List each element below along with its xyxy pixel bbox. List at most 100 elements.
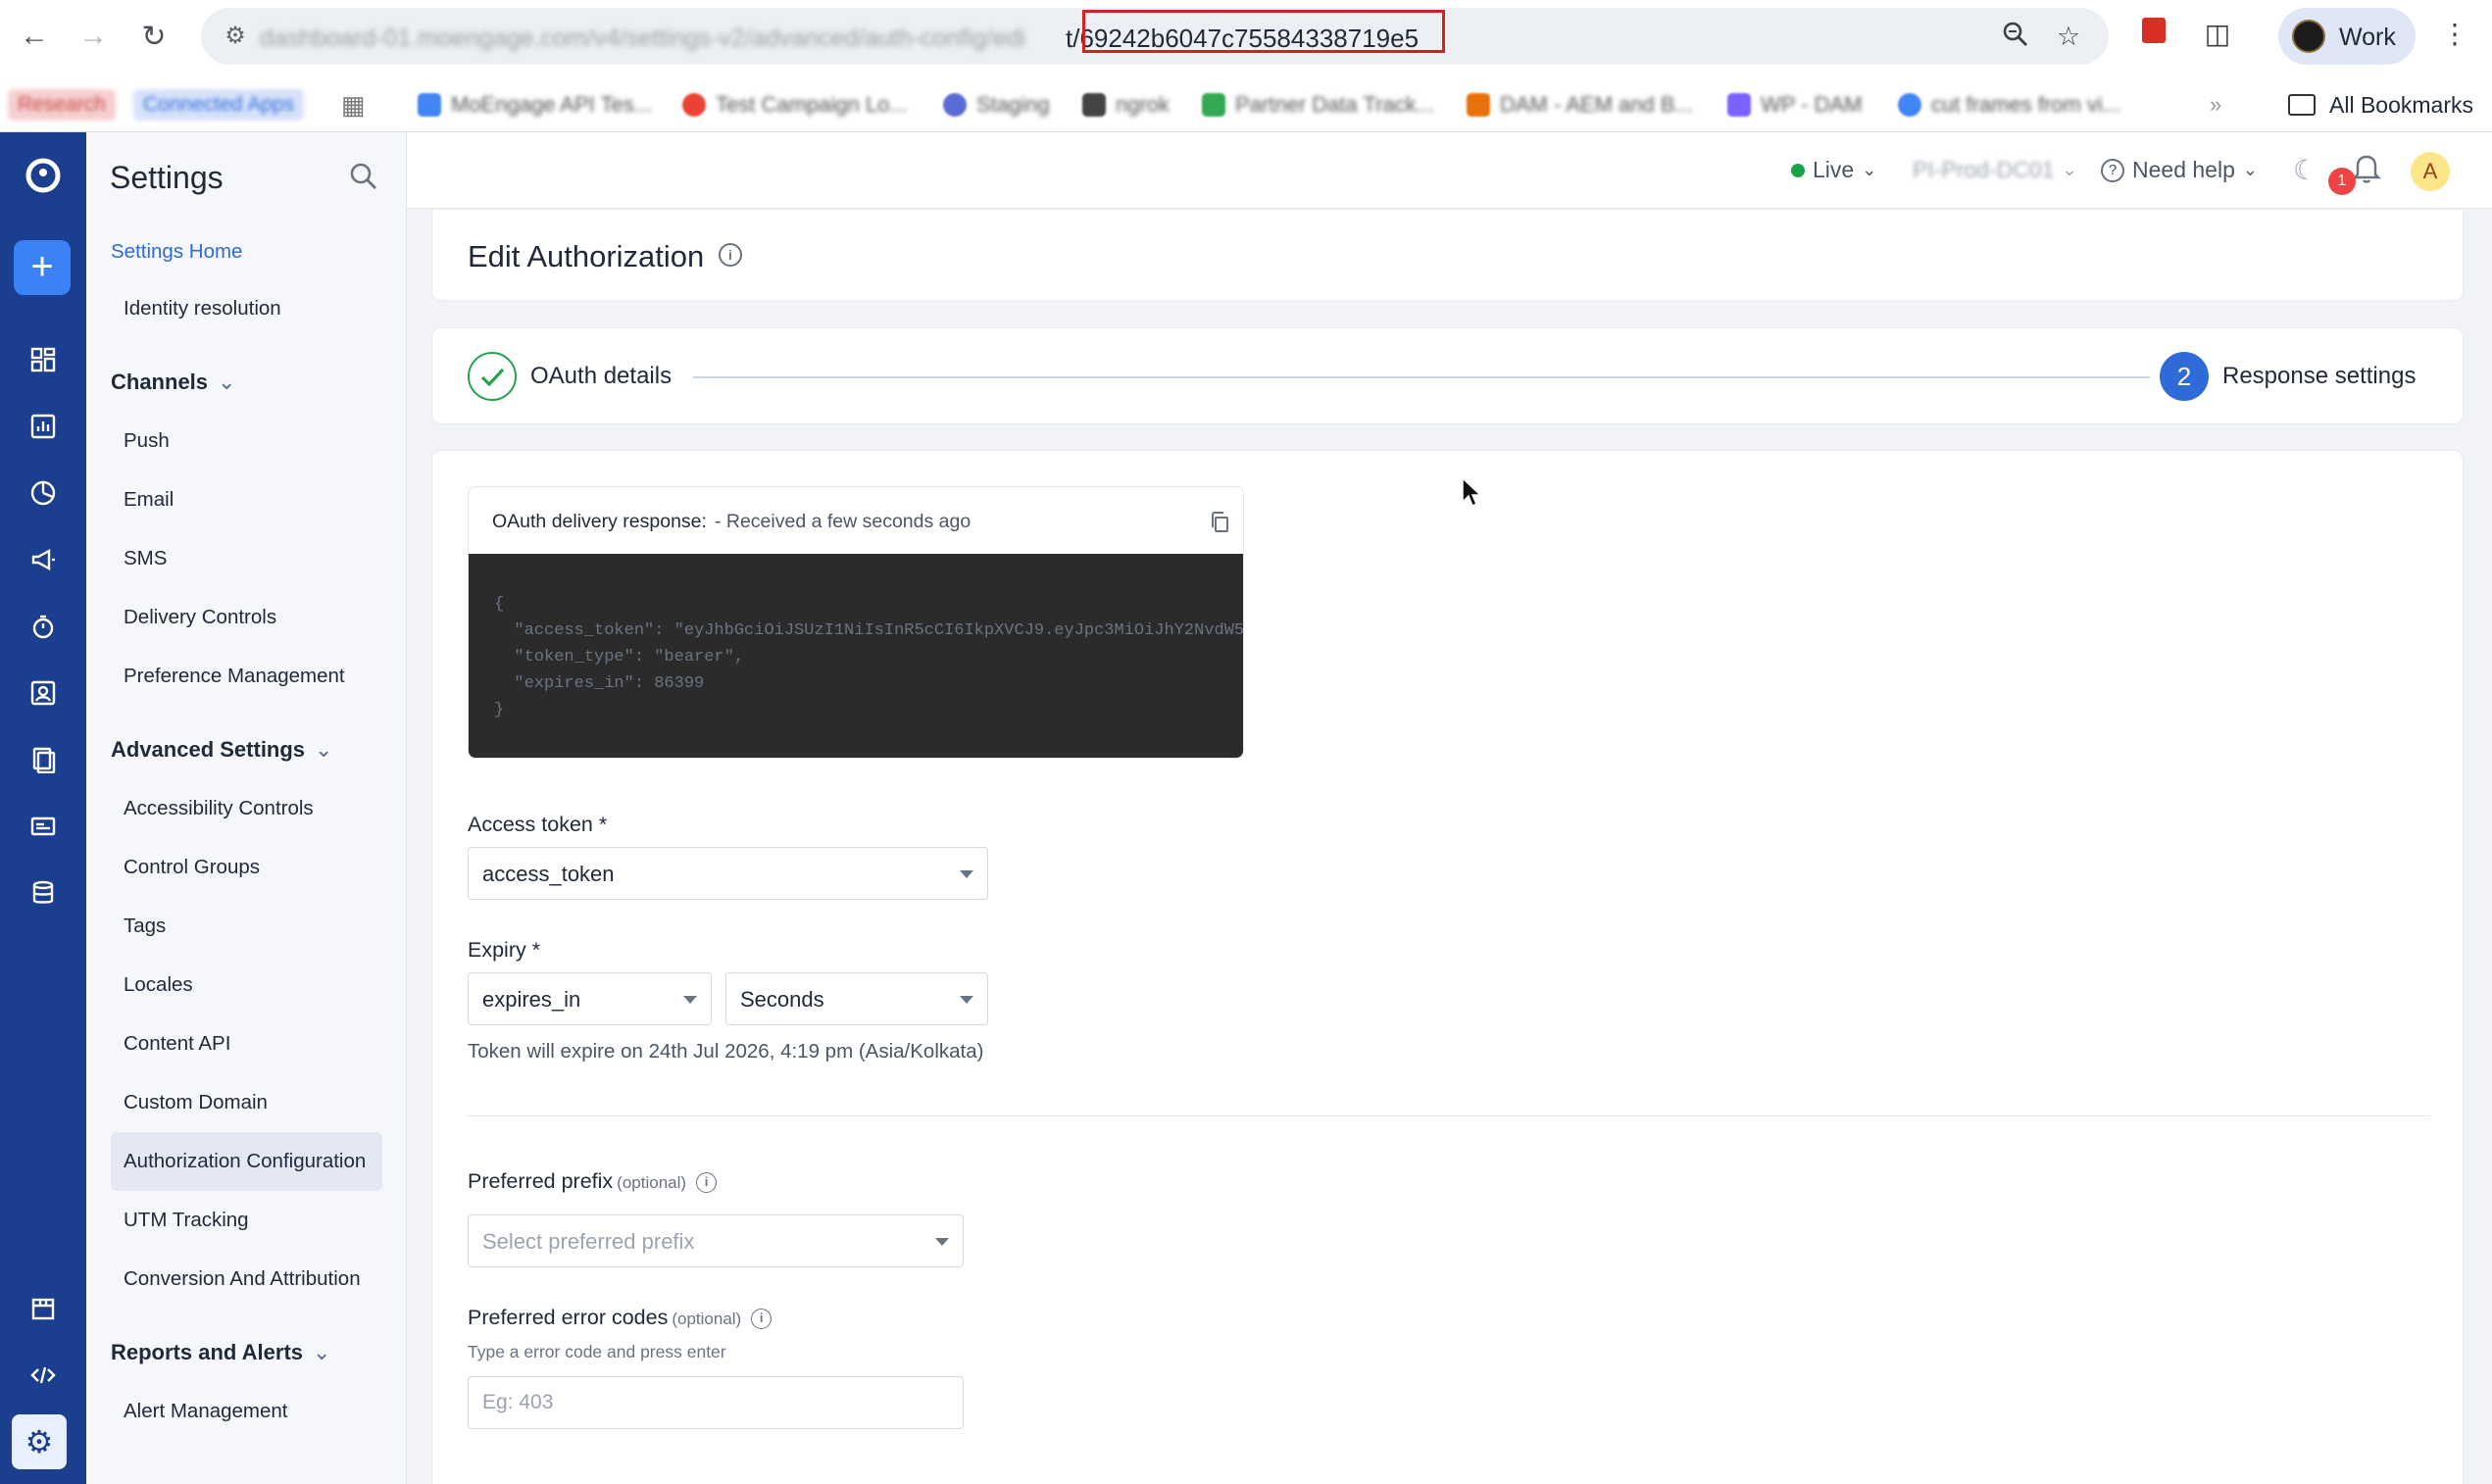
sidebar-item-alert-management[interactable]: Alert Management xyxy=(124,1400,288,1423)
bookmark-label: DAM - AEM and B... xyxy=(1500,92,1693,117)
settings-gear-icon[interactable]: ⚙ xyxy=(12,1414,67,1469)
mouse-cursor-icon xyxy=(1461,476,1484,510)
bookmark-item[interactable]: Test Campaign Lo... xyxy=(682,88,908,122)
forward-icon[interactable]: → xyxy=(73,16,114,57)
profile-chip[interactable]: Work xyxy=(2278,8,2416,65)
chevron-down-icon: ⌄ xyxy=(218,370,236,394)
star-icon[interactable]: ☆ xyxy=(2052,20,2085,53)
need-help-menu[interactable]: ? Need help ⌄ xyxy=(2101,157,2258,183)
expiry-unit-select[interactable]: Seconds xyxy=(725,972,988,1025)
create-new-button[interactable]: + xyxy=(14,240,71,295)
caret-down-icon xyxy=(683,996,697,1004)
bookmark-label: Staging xyxy=(976,92,1050,117)
bookmark-item[interactable]: ngrok xyxy=(1082,88,1170,122)
preferred-prefix-select[interactable]: Select preferred prefix xyxy=(468,1214,964,1267)
personalize-icon[interactable] xyxy=(22,671,65,715)
sidebar-item-push[interactable]: Push xyxy=(124,429,170,453)
sidebar-item-utm-tracking[interactable]: UTM Tracking xyxy=(124,1209,249,1232)
bookmark-favicon xyxy=(1467,93,1490,117)
marketplace-store-icon[interactable] xyxy=(22,1287,65,1330)
browser-menu-icon[interactable]: ⋮ xyxy=(2441,18,2468,50)
bookmark-item[interactable]: cut frames from vi... xyxy=(1898,88,2120,122)
group-label: Reports and Alerts xyxy=(111,1340,304,1364)
user-avatar[interactable]: A xyxy=(2411,152,2450,191)
chevron-down-icon: ⌄ xyxy=(1862,160,1877,179)
environment-selector[interactable]: Live ⌄ xyxy=(1791,157,1876,183)
sidebar-group-advanced-settings[interactable]: Advanced Settings ⌄ xyxy=(111,737,332,763)
optional-tag: (optional) xyxy=(617,1173,687,1192)
settings-home-link[interactable]: Settings Home xyxy=(111,240,242,264)
expiry-field-select[interactable]: expires_in xyxy=(468,972,712,1025)
info-icon[interactable]: i xyxy=(751,1308,773,1329)
campaigns-megaphone-icon[interactable] xyxy=(22,538,65,581)
step-complete-check-icon[interactable] xyxy=(468,352,517,401)
response-heading-label: OAuth delivery response: xyxy=(492,511,707,532)
dark-mode-moon-icon[interactable]: ☾ xyxy=(2293,154,2318,186)
sidebar-item-authorization-configuration[interactable]: Authorization Configuration xyxy=(124,1150,366,1173)
bookmark-item[interactable]: Partner Data Track... xyxy=(1202,88,1434,122)
sidebar-item-content-api[interactable]: Content API xyxy=(124,1032,230,1056)
bookmarks-overflow-icon[interactable]: » xyxy=(2210,88,2221,122)
zoom-icon[interactable] xyxy=(1999,20,2032,53)
bookmark-label: cut frames from vi... xyxy=(1931,92,2121,117)
step-oauth-details[interactable]: OAuth details xyxy=(530,363,672,390)
chevron-down-icon: ⌄ xyxy=(313,1340,331,1364)
access-token-select[interactable]: access_token xyxy=(468,847,988,900)
bookmark-label: ngrok xyxy=(1116,92,1171,117)
info-icon[interactable]: i xyxy=(696,1171,718,1193)
moengage-logo-icon[interactable] xyxy=(22,154,65,197)
analytics-icon[interactable] xyxy=(22,405,65,448)
sidebar-item-preference-management[interactable]: Preference Management xyxy=(124,665,345,688)
inform-icon[interactable] xyxy=(22,805,65,848)
expiry-label: Expiry * xyxy=(468,938,541,962)
bookmark-item[interactable]: WP - DAM xyxy=(1727,88,1862,122)
sidebar-item-sms[interactable]: SMS xyxy=(124,547,167,570)
sidebar-group-channels[interactable]: Channels ⌄ xyxy=(111,370,235,395)
step-response-settings[interactable]: Response settings xyxy=(2222,363,2416,390)
info-icon[interactable]: i xyxy=(719,243,742,267)
sidebar-item-custom-domain[interactable]: Custom Domain xyxy=(124,1091,268,1114)
extensions-puzzle-icon[interactable]: ◫ xyxy=(2201,18,2234,51)
profile-name: Work xyxy=(2339,24,2396,51)
sidebar-item-locales[interactable]: Locales xyxy=(124,973,193,997)
content-icon[interactable] xyxy=(22,738,65,781)
back-icon[interactable]: ← xyxy=(14,16,55,57)
dashboard-icon[interactable] xyxy=(22,338,65,381)
account-selector[interactable]: PI-Prod-DC01 ⌄ xyxy=(1913,157,2077,183)
all-bookmarks-button[interactable]: All Bookmarks xyxy=(2288,88,2473,122)
token-expiry-note: Token will expire on 24th Jul 2026, 4:19… xyxy=(468,1040,984,1063)
address-bar[interactable]: ⚙ dashboard-01.moengage.com/v4/settings-… xyxy=(201,8,2109,65)
bookmark-item[interactable]: DAM - AEM and B... xyxy=(1467,88,1693,122)
preferred-prefix-placeholder: Select preferred prefix xyxy=(482,1229,695,1254)
copy-icon[interactable] xyxy=(1209,511,1232,534)
bookmark-item[interactable]: Staging xyxy=(943,88,1050,122)
bookmark-item[interactable]: MoEngage API Tes... xyxy=(418,88,652,122)
sidebar-item-conversion-and-attribution[interactable]: Conversion And Attribution xyxy=(124,1267,361,1291)
optional-tag: (optional) xyxy=(672,1310,742,1328)
sidebar-item-delivery-controls[interactable]: Delivery Controls xyxy=(124,606,276,629)
bookmark-folder-connected-apps[interactable]: Connected Apps xyxy=(133,89,305,121)
data-database-icon[interactable] xyxy=(22,871,65,915)
extension-red-icon[interactable] xyxy=(2137,18,2170,51)
search-icon[interactable] xyxy=(347,160,382,195)
oauth-response-heading: OAuth delivery response: - Received a few… xyxy=(492,511,971,533)
notifications-bell-icon[interactable] xyxy=(2352,152,2381,183)
flows-timer-icon[interactable] xyxy=(22,605,65,648)
step-number-badge[interactable]: 2 xyxy=(2160,352,2209,401)
sidebar-group-reports-and-alerts[interactable]: Reports and Alerts ⌄ xyxy=(111,1340,330,1365)
bookmark-folder-research[interactable]: Research xyxy=(8,89,116,121)
segments-icon[interactable] xyxy=(22,471,65,515)
sidebar-item-tags[interactable]: Tags xyxy=(124,915,166,938)
stepper-card: OAuth details 2 Response settings xyxy=(431,327,2464,424)
apps-grid-icon[interactable]: ▦ xyxy=(341,88,366,122)
url-tail-text: t/ xyxy=(1066,24,1080,53)
sidebar-item-control-groups[interactable]: Control Groups xyxy=(124,856,260,879)
reload-icon[interactable]: ↻ xyxy=(133,16,174,57)
error-codes-input[interactable] xyxy=(468,1376,964,1429)
site-settings-icon[interactable]: ⚙ xyxy=(221,22,250,51)
sidebar-item-accessibility-controls[interactable]: Accessibility Controls xyxy=(124,797,314,820)
sidebar-item-email[interactable]: Email xyxy=(124,488,174,512)
developer-code-icon[interactable] xyxy=(22,1354,65,1397)
sidebar-item-identity-resolution[interactable]: Identity resolution xyxy=(124,297,281,321)
group-label: Advanced Settings xyxy=(111,737,306,762)
